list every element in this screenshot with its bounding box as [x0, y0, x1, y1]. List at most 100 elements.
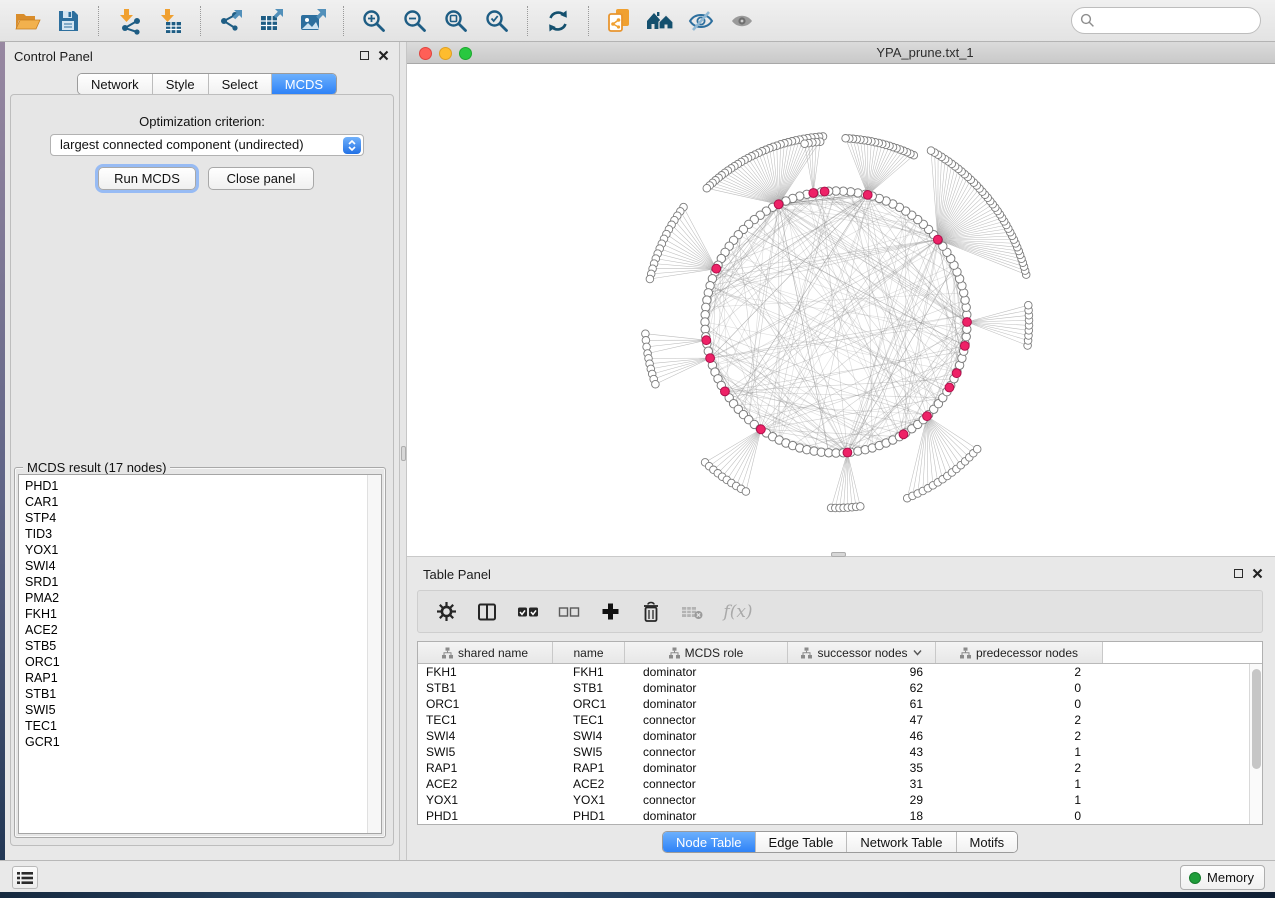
- tab-style[interactable]: Style: [152, 74, 208, 94]
- delete-table-button[interactable]: [680, 600, 704, 624]
- cell-mcds_role: connector: [625, 792, 788, 808]
- column-header-shared-name[interactable]: shared name: [418, 642, 553, 663]
- table-row[interactable]: SWI5SWI5connector431: [418, 744, 1262, 760]
- cell-successor_nodes: 46: [788, 728, 936, 744]
- delete-table-icon: [681, 604, 703, 620]
- criterion-dropdown[interactable]: largest connected component (undirected): [50, 134, 364, 156]
- import-network-button[interactable]: [112, 4, 146, 38]
- node-table-body: FKH1FKH1dominator962STB1STB1dominator620…: [418, 664, 1262, 824]
- network-canvas[interactable]: [407, 64, 1275, 556]
- cell-mcds_role: connector: [625, 744, 788, 760]
- toolbar-separator: [98, 6, 99, 36]
- column-header-successor-nodes[interactable]: successor nodes: [788, 642, 936, 663]
- mcds-result-item[interactable]: ACE2: [25, 622, 363, 638]
- column-header-name[interactable]: name: [553, 642, 625, 663]
- unchecked-boxes-icon: [558, 606, 580, 618]
- cell-mcds_role: dominator: [625, 664, 788, 680]
- tab-node-table[interactable]: Node Table: [663, 832, 755, 852]
- zoom-out-button[interactable]: [398, 4, 432, 38]
- zoom-in-button[interactable]: [357, 4, 391, 38]
- cell-name: SWI4: [553, 728, 625, 744]
- show-all-button[interactable]: [725, 4, 759, 38]
- cell-shared_name: STB1: [418, 680, 553, 696]
- tab-motifs[interactable]: Motifs: [956, 832, 1018, 852]
- table-row[interactable]: FKH1FKH1dominator962: [418, 664, 1262, 680]
- mcds-result-item[interactable]: SWI5: [25, 702, 363, 718]
- close-panel-icon[interactable]: [378, 50, 389, 61]
- mcds-result-item[interactable]: CAR1: [25, 494, 363, 510]
- deselect-all-columns-button[interactable]: [557, 600, 581, 624]
- hide-selected-button[interactable]: [684, 4, 718, 38]
- table-settings-button[interactable]: [434, 600, 458, 624]
- tab-network[interactable]: Network: [78, 74, 152, 94]
- select-all-columns-button[interactable]: [516, 600, 540, 624]
- export-table-button[interactable]: [255, 4, 289, 38]
- save-floppy-icon: [55, 8, 81, 34]
- column-type-icon: [960, 647, 971, 659]
- column-header-MCDS-role[interactable]: MCDS role: [625, 642, 788, 663]
- vertical-split-divider[interactable]: [400, 42, 407, 860]
- table-row[interactable]: YOX1YOX1connector291: [418, 792, 1262, 808]
- mcds-result-item[interactable]: SRD1: [25, 574, 363, 590]
- export-image-button[interactable]: [296, 4, 330, 38]
- export-network-button[interactable]: [214, 4, 248, 38]
- column-header-predecessor-nodes[interactable]: predecessor nodes: [936, 642, 1103, 663]
- table-row[interactable]: ORC1ORC1dominator610: [418, 696, 1262, 712]
- mcds-result-item[interactable]: RAP1: [25, 670, 363, 686]
- mcds-list-scrollbar[interactable]: [367, 475, 381, 833]
- status-bar: Memory: [0, 860, 1275, 892]
- delete-column-button[interactable]: [639, 600, 663, 624]
- table-row[interactable]: PHD1PHD1dominator180: [418, 808, 1262, 824]
- mcds-result-item[interactable]: STB1: [25, 686, 363, 702]
- zoom-selected-button[interactable]: [480, 4, 514, 38]
- float-panel-icon[interactable]: [360, 51, 369, 60]
- zoom-fit-button[interactable]: [439, 4, 473, 38]
- cell-mcds_role: connector: [625, 776, 788, 792]
- clone-network-button[interactable]: [602, 4, 636, 38]
- mcds-result-item[interactable]: TEC1: [25, 718, 363, 734]
- memory-button[interactable]: Memory: [1180, 865, 1265, 890]
- function-builder-button[interactable]: f(x): [721, 600, 755, 624]
- table-row[interactable]: RAP1RAP1dominator352: [418, 760, 1262, 776]
- open-file-button[interactable]: [10, 4, 44, 38]
- tab-network-table[interactable]: Network Table: [846, 832, 955, 852]
- refresh-view-button[interactable]: [541, 4, 575, 38]
- close-panel-icon[interactable]: [1252, 568, 1263, 579]
- mcds-result-item[interactable]: SWI4: [25, 558, 363, 574]
- task-history-button[interactable]: [12, 866, 38, 889]
- mcds-result-item[interactable]: GCR1: [25, 734, 363, 750]
- cell-name: ACE2: [553, 776, 625, 792]
- close-panel-button[interactable]: Close panel: [208, 167, 314, 190]
- mcds-result-item[interactable]: ORC1: [25, 654, 363, 670]
- table-row[interactable]: STB1STB1dominator620: [418, 680, 1262, 696]
- mcds-result-item[interactable]: FKH1: [25, 606, 363, 622]
- show-columns-button[interactable]: [475, 600, 499, 624]
- mcds-result-item[interactable]: PMA2: [25, 590, 363, 606]
- cell-successor_nodes: 35: [788, 760, 936, 776]
- table-row[interactable]: ACE2ACE2connector311: [418, 776, 1262, 792]
- mcds-result-item[interactable]: YOX1: [25, 542, 363, 558]
- import-table-button[interactable]: [153, 4, 187, 38]
- mcds-result-item[interactable]: TID3: [25, 526, 363, 542]
- tab-edge-table[interactable]: Edge Table: [755, 832, 847, 852]
- float-panel-icon[interactable]: [1234, 569, 1243, 578]
- table-scrollbar-thumb[interactable]: [1252, 669, 1261, 769]
- run-mcds-button[interactable]: Run MCDS: [98, 167, 196, 190]
- save-session-button[interactable]: [51, 4, 85, 38]
- first-neighbors-button[interactable]: [643, 4, 677, 38]
- mcds-result-item[interactable]: STP4: [25, 510, 363, 526]
- network-window-titlebar[interactable]: YPA_prune.txt_1: [407, 42, 1275, 64]
- search-input[interactable]: [1071, 7, 1261, 34]
- tab-mcds[interactable]: MCDS: [271, 74, 336, 94]
- table-scrollbar[interactable]: [1249, 664, 1262, 824]
- table-row[interactable]: TEC1TEC1connector472: [418, 712, 1262, 728]
- cell-name: FKH1: [553, 664, 625, 680]
- search-icon: [1080, 13, 1095, 28]
- divider-grip[interactable]: [401, 446, 406, 461]
- mcds-result-item[interactable]: STB5: [25, 638, 363, 654]
- mcds-result-item[interactable]: PHD1: [25, 478, 363, 494]
- tab-select[interactable]: Select: [208, 74, 271, 94]
- create-column-button[interactable]: [598, 600, 622, 624]
- table-row[interactable]: SWI4SWI4dominator462: [418, 728, 1262, 744]
- horizontal-divider-grip[interactable]: [831, 552, 846, 557]
